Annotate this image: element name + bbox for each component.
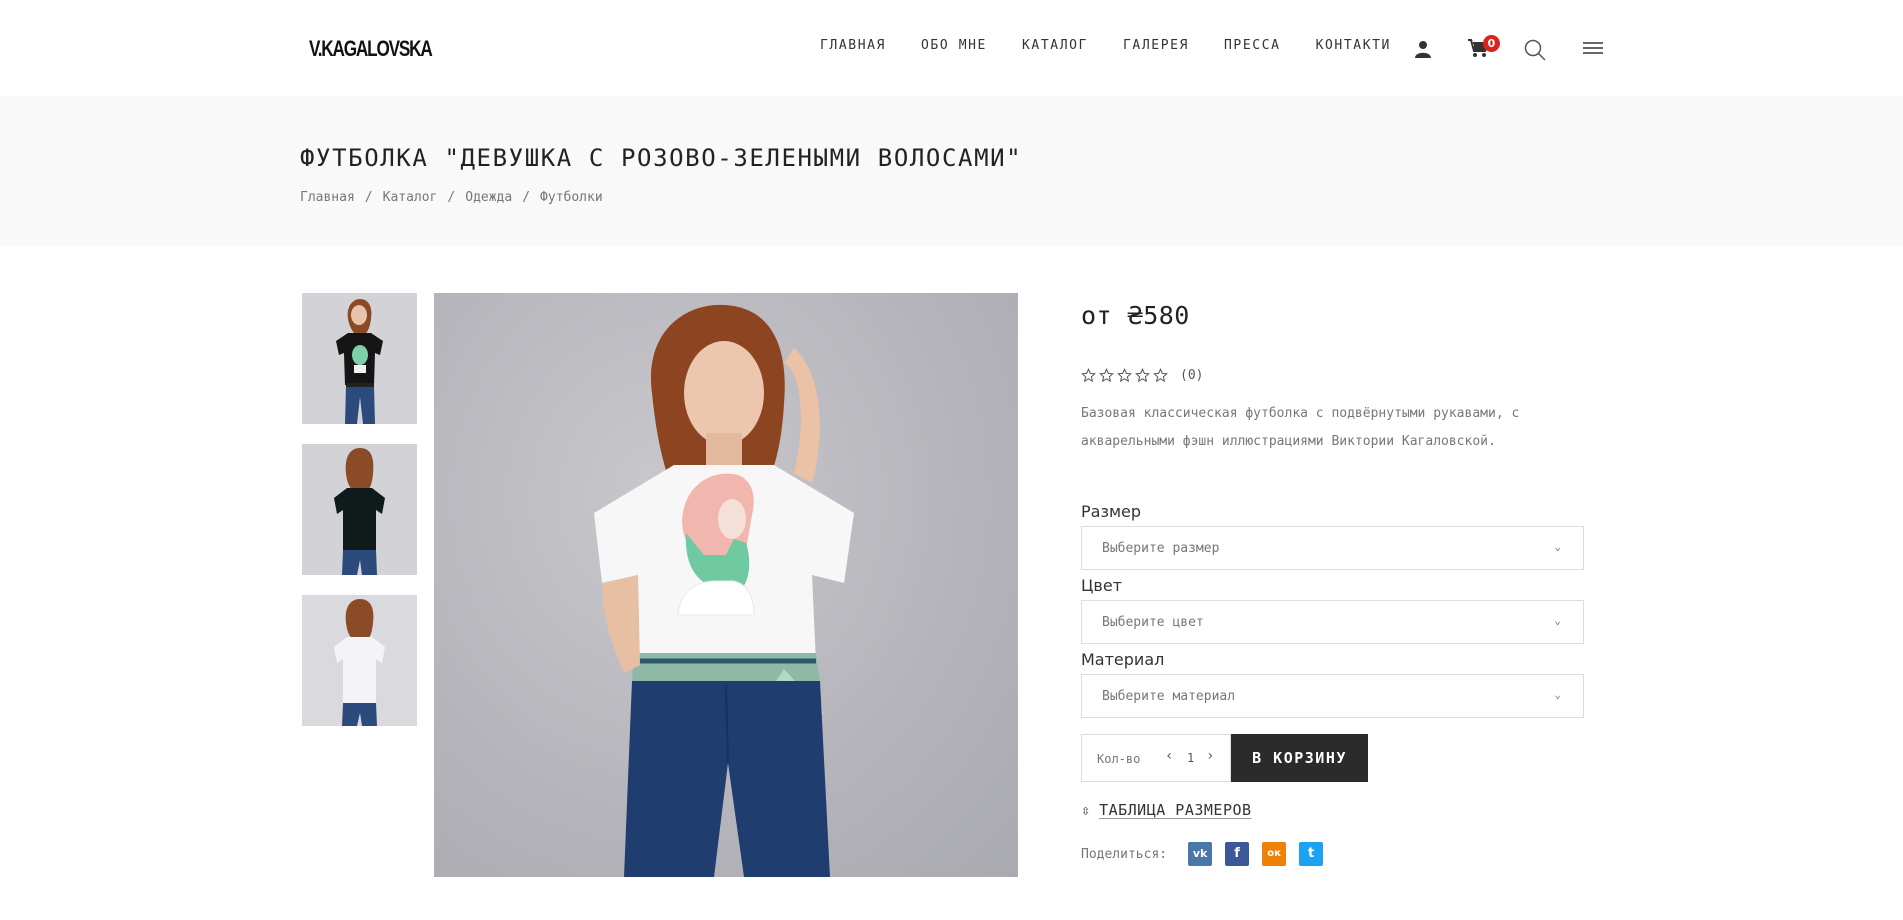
size-select-value: Выберите размер <box>1102 541 1220 556</box>
chevron-down-icon: ⌄ <box>1554 688 1561 701</box>
nav-item-home[interactable]: ГЛАВНАЯ <box>820 38 886 53</box>
odnoklassniki-icon[interactable]: ок <box>1262 842 1287 866</box>
main-nav: ГЛАВНАЯ ОБО МНЕ КАТАЛОГ ГАЛЕРЕЯ ПРЕССА К… <box>820 38 1426 53</box>
user-icon[interactable] <box>1414 40 1432 62</box>
menu-icon[interactable] <box>1583 41 1603 60</box>
star-icon <box>1099 368 1114 383</box>
cart-count-badge: 0 <box>1483 35 1500 52</box>
breadcrumb-separator: / <box>522 190 531 205</box>
page-title: ФУТБОЛКА "ДЕВУШКА С РОЗОВО-ЗЕЛЕНЫМИ ВОЛО… <box>300 144 1023 172</box>
share-label: Поделиться: <box>1081 846 1168 862</box>
chevron-down-icon: ⌄ <box>1554 540 1561 553</box>
chevron-down-icon: ⌄ <box>1554 614 1561 627</box>
site-header: V.KAGALOVSKA ГЛАВНАЯ ОБО МНЕ КАТАЛОГ ГАЛ… <box>0 0 1903 96</box>
material-select[interactable]: Выберите материал ⌄ <box>1081 674 1584 718</box>
star-icon <box>1153 368 1168 383</box>
nav-item-catalog[interactable]: КАТАЛОГ <box>1022 38 1088 53</box>
product-main-image[interactable] <box>434 293 1018 877</box>
color-select[interactable]: Выберите цвет ⌄ <box>1081 600 1584 644</box>
breadcrumb: Главная / Каталог / Одежда / Футболки <box>300 190 603 205</box>
size-table-icon: ⇳ <box>1081 801 1091 819</box>
share-bar: Поделиться: vk f ок t <box>1081 842 1336 866</box>
nav-item-gallery[interactable]: ГАЛЕРЕЯ <box>1123 38 1189 53</box>
breadcrumb-clothing[interactable]: Одежда <box>465 190 512 205</box>
product-price: от ₴580 <box>1081 301 1190 330</box>
nav-item-contacts[interactable]: КОНТАКТИ <box>1316 38 1391 53</box>
breadcrumb-separator: / <box>447 190 456 205</box>
size-table-label: ТАБЛИЦА РАЗМЕРОВ <box>1099 801 1252 819</box>
quantity-stepper: Кол-во ‹ 1 › <box>1081 734 1231 782</box>
product-description: Базовая классическая футболка с подвёрну… <box>1081 406 1520 449</box>
page-title-band: ФУТБОЛКА "ДЕВУШКА С РОЗОВО-ЗЕЛЕНЫМИ ВОЛО… <box>0 96 1903 246</box>
product-thumbnail-front-black[interactable] <box>302 293 417 424</box>
size-table-link[interactable]: ⇳ ТАБЛИЦА РАЗМЕРОВ <box>1081 801 1252 819</box>
breadcrumb-tshirts[interactable]: Футболки <box>540 190 603 205</box>
star-icon <box>1117 368 1132 383</box>
product-thumbnail-back-white[interactable] <box>302 595 417 726</box>
size-select[interactable]: Выберите размер ⌄ <box>1081 526 1584 570</box>
material-select-value: Выберите материал <box>1102 689 1236 704</box>
breadcrumb-catalog[interactable]: Каталог <box>383 190 438 205</box>
search-icon[interactable] <box>1524 39 1546 65</box>
add-to-cart-button[interactable]: В КОРЗИНУ <box>1231 734 1368 782</box>
nav-item-about[interactable]: ОБО МНЕ <box>921 38 987 53</box>
site-logo[interactable]: V.KAGALOVSKA <box>309 36 433 62</box>
size-label: Размер <box>1081 502 1142 521</box>
color-select-value: Выберите цвет <box>1102 615 1204 630</box>
twitter-icon[interactable]: t <box>1299 842 1324 866</box>
star-icon <box>1081 368 1096 383</box>
breadcrumb-home[interactable]: Главная <box>300 190 355 205</box>
breadcrumb-separator: / <box>364 190 373 205</box>
vk-icon[interactable]: vk <box>1188 842 1213 866</box>
color-label: Цвет <box>1081 576 1123 595</box>
product-rating[interactable]: (0) <box>1081 368 1203 383</box>
quantity-label: Кол-во <box>1097 752 1141 766</box>
product-thumbnail-back-black[interactable] <box>302 444 417 575</box>
facebook-icon[interactable]: f <box>1225 842 1250 866</box>
quantity-value[interactable]: 1 <box>1187 751 1194 765</box>
quantity-decrease-icon[interactable]: ‹ <box>1165 748 1173 764</box>
star-icon <box>1135 368 1150 383</box>
nav-item-press[interactable]: ПРЕССА <box>1224 38 1281 53</box>
material-label: Материал <box>1081 650 1165 669</box>
rating-count: (0) <box>1180 368 1204 383</box>
quantity-increase-icon[interactable]: › <box>1206 748 1214 764</box>
